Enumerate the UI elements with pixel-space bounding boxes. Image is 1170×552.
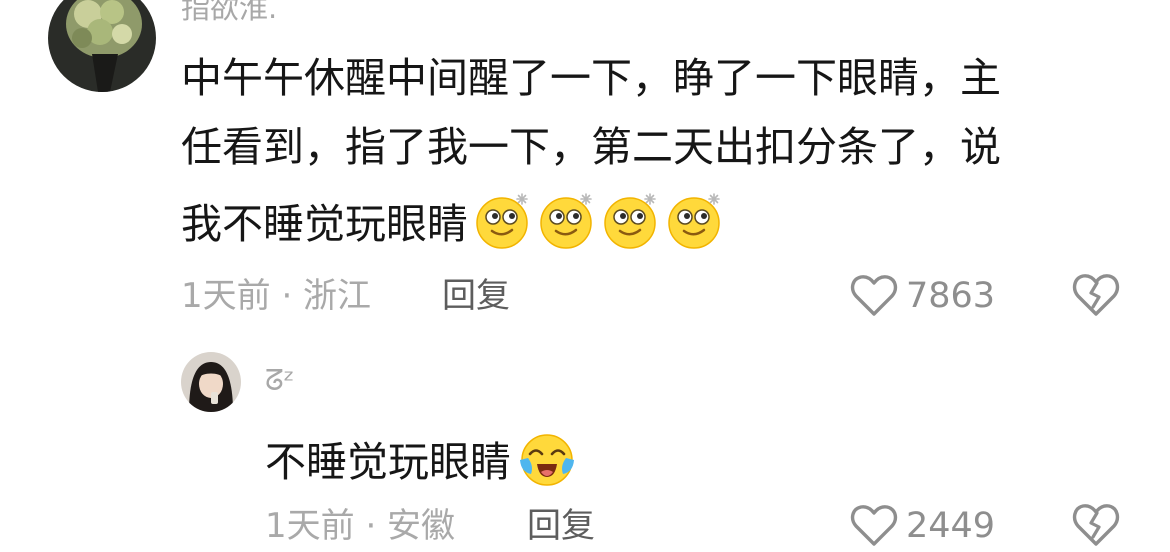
- comment-meta: 1天前 · 浙江: [181, 276, 372, 316]
- reply-button[interactable]: 回复: [442, 279, 510, 313]
- like-button[interactable]: 7863: [850, 274, 995, 318]
- heart-outline-icon: [850, 275, 898, 316]
- comment-text-line: 不睡觉玩眼睛: [265, 430, 577, 486]
- comment-text-line: 我不睡觉玩眼睛: [181, 192, 1001, 249]
- like-button[interactable]: 2449: [850, 504, 995, 548]
- broken-heart-icon: [1072, 504, 1120, 546]
- comment-text-line: 任看到，指了我一下，第二天出扣分条了，说: [181, 123, 1001, 171]
- broken-heart-icon: [1072, 274, 1120, 316]
- comment-meta: 1天前 · 安徽: [265, 506, 456, 546]
- like-count: 7863: [906, 275, 996, 316]
- dizzy-eyes-emoji-icon: [666, 192, 724, 260]
- dizzy-eyes-emoji-icon: [538, 192, 596, 260]
- avatar[interactable]: [181, 352, 241, 412]
- comment-username[interactable]: ᘔᶻ: [265, 366, 294, 395]
- comment-text: 不睡觉玩眼睛: [265, 430, 577, 486]
- comment-text-line-text: 不睡觉玩眼睛: [265, 438, 511, 486]
- crying-laughing-emoji-icon: [517, 430, 577, 498]
- dislike-button[interactable]: [1072, 502, 1120, 552]
- comment-text: 中午午休醒中间醒了一下，睁了一下眼睛，主 任看到，指了我一下，第二天出扣分条了，…: [181, 54, 1001, 249]
- heart-outline-icon: [850, 505, 898, 546]
- comment-username[interactable]: 指欲淮.: [181, 0, 277, 23]
- avatar[interactable]: [48, 0, 156, 92]
- reply-button[interactable]: 回复: [527, 509, 595, 543]
- comment-text-line-text: 我不睡觉玩眼睛: [181, 200, 468, 248]
- dislike-button[interactable]: [1072, 272, 1120, 322]
- like-count: 2449: [906, 505, 996, 546]
- dizzy-eyes-emoji-icon: [602, 192, 660, 260]
- dizzy-eyes-emoji-icon: [474, 192, 532, 260]
- comment-text-line: 中午午休醒中间醒了一下，睁了一下眼睛，主: [181, 54, 1001, 102]
